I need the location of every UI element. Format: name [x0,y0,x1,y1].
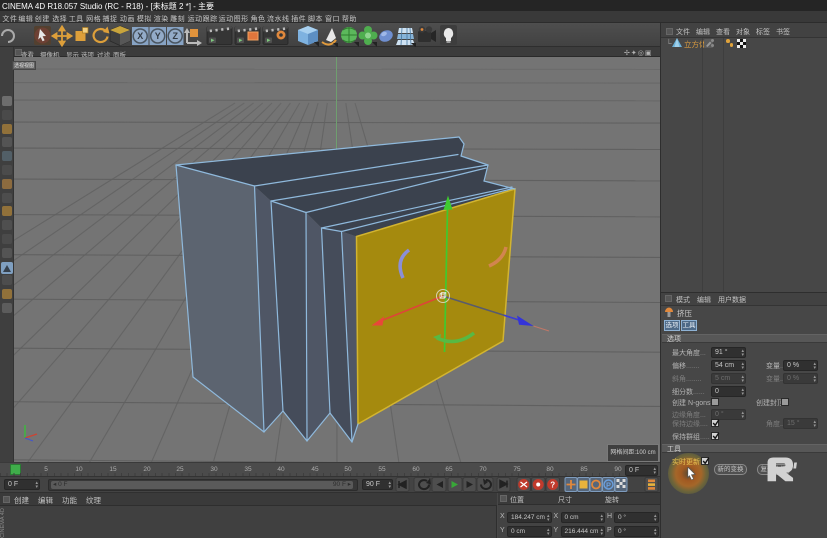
svg-text:Y: Y [155,31,161,41]
svg-text:Z: Z [172,31,178,41]
svg-text:X: X [137,31,143,41]
